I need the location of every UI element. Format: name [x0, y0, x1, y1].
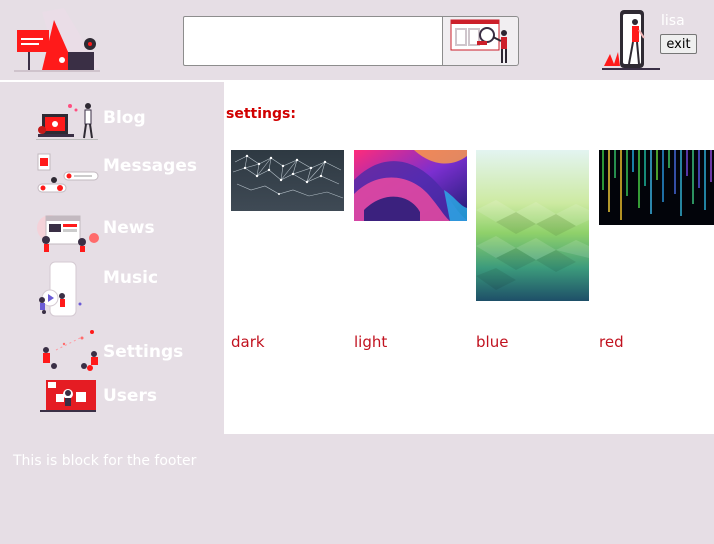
search-bar [183, 16, 519, 66]
theme-label-red[interactable]: red [599, 333, 624, 351]
logo-illustration [14, 8, 100, 72]
settings-icon [43, 330, 98, 371]
theme-label-dark[interactable]: dark [231, 333, 265, 351]
music-icon [39, 261, 82, 317]
sidebar-item-messages[interactable]: Messages [36, 152, 216, 202]
theme-red-thumbnail[interactable] [599, 150, 714, 225]
sidebar: Blog Messages News Music Settings Users [0, 82, 224, 434]
sidebar-item-users[interactable]: Users [36, 378, 216, 428]
sidebar-item-label: Settings [103, 342, 184, 362]
search-icon [450, 19, 507, 63]
users-icon [40, 380, 96, 412]
sidebar-item-label: Messages [103, 156, 197, 176]
header: lisa exit [0, 0, 714, 80]
footer: This is block for the footer [0, 434, 714, 544]
theme-light-thumbnail[interactable] [354, 150, 467, 221]
theme-label-light[interactable]: light [354, 333, 387, 351]
main-content: settings: dark light blue red [224, 82, 714, 434]
search-button[interactable] [443, 16, 519, 66]
sidebar-item-blog[interactable]: Blog [36, 100, 216, 150]
theme-dark-thumbnail[interactable] [231, 150, 344, 211]
user-avatar-illustration [602, 10, 660, 70]
theme-label-blue[interactable]: blue [476, 333, 508, 351]
blog-icon [36, 103, 98, 140]
sidebar-item-settings[interactable]: Settings [36, 326, 216, 376]
sidebar-item-label: Music [103, 268, 159, 288]
username: lisa [661, 13, 685, 29]
exit-button[interactable]: exit [660, 34, 697, 54]
search-input[interactable] [183, 16, 443, 66]
sidebar-item-label: News [103, 218, 155, 238]
sidebar-item-label: Blog [103, 108, 146, 128]
messages-icon [37, 153, 99, 193]
sidebar-item-music[interactable]: Music [36, 260, 216, 317]
sidebar-item-news[interactable]: News [36, 210, 216, 260]
news-icon [37, 215, 99, 252]
theme-blue-thumbnail[interactable] [476, 150, 589, 301]
page-title: settings: [226, 106, 296, 122]
footer-text: This is block for the footer [13, 453, 197, 469]
sidebar-item-label: Users [103, 386, 157, 406]
